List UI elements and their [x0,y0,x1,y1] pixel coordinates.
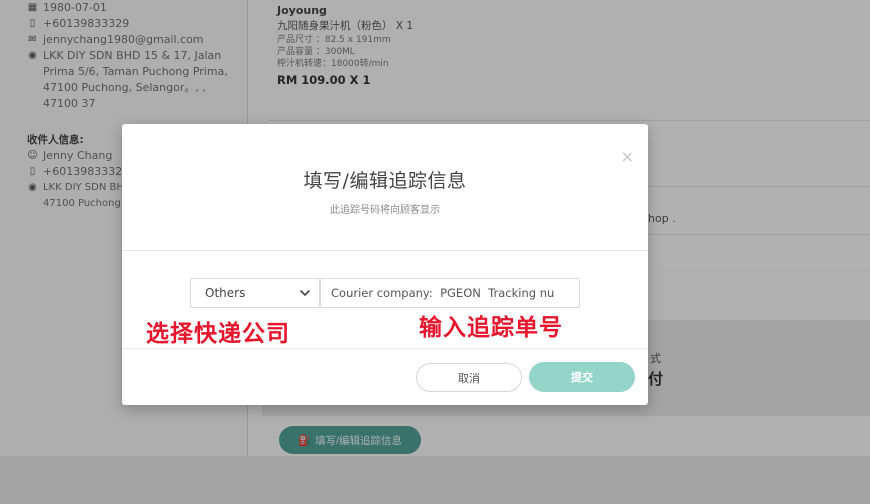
chevron-down-icon [300,290,310,296]
modal-subtitle: 此追踪号码将向顾客显示 [330,205,440,216]
courier-selected-value: Others [205,286,246,300]
courier-select[interactable]: Others [190,278,320,308]
annotation-enter-tracking: 输入追踪单号 [419,315,563,341]
close-icon[interactable]: × [621,149,634,165]
modal-divider-top [122,250,648,251]
tracking-modal: × 填写/编辑追踪信息 此追踪号码将向顾客显示 Others 选择快递公司 输入… [122,124,648,405]
modal-title: 填写/编辑追踪信息 [303,170,467,192]
annotation-select-courier: 选择快递公司 [146,321,290,347]
modal-divider-bottom [122,348,648,349]
tracking-number-input[interactable] [320,278,580,308]
submit-button[interactable]: 提交 [529,362,635,392]
cancel-button[interactable]: 取消 [416,363,522,392]
